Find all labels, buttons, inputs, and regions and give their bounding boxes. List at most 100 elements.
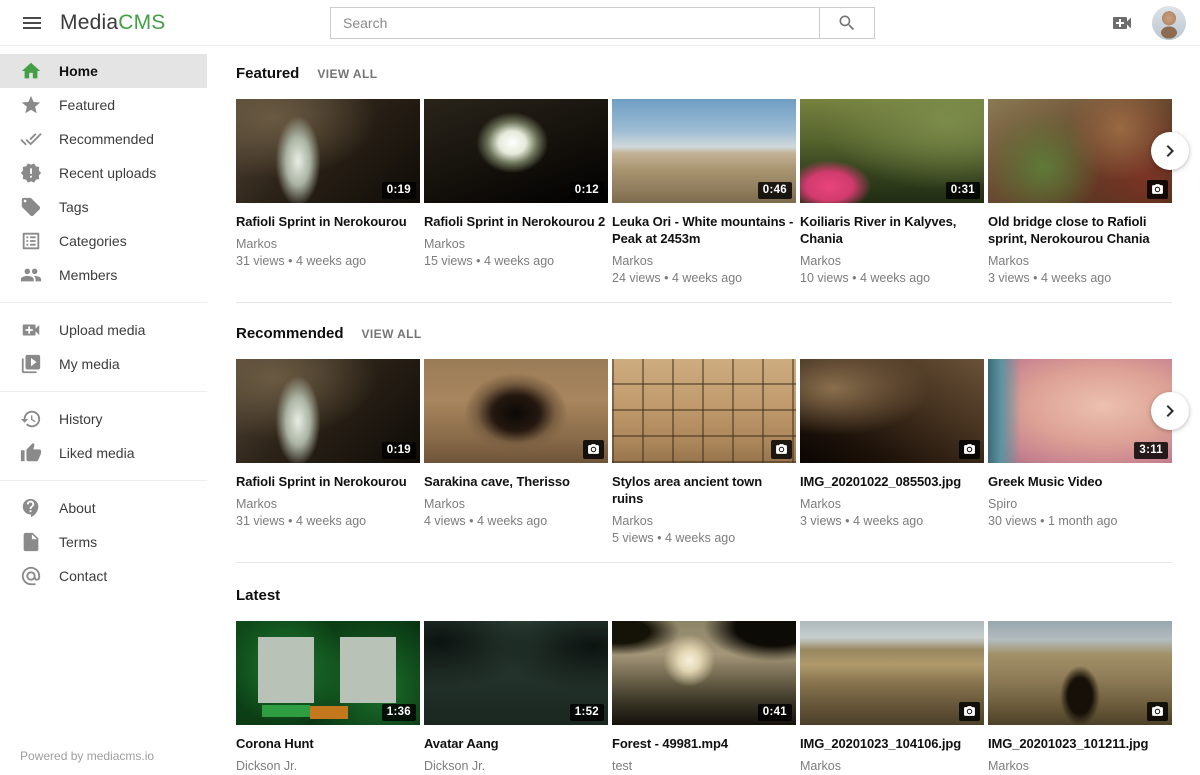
chevron-right-icon xyxy=(1158,139,1182,163)
upload-media-button[interactable] xyxy=(1110,11,1134,35)
media-title[interactable]: Rafioli Sprint in Nerokourou 2 xyxy=(424,213,608,230)
media-thumbnail[interactable]: 1:52 xyxy=(424,621,608,725)
search-button[interactable] xyxy=(819,7,875,39)
powered-by-footer[interactable]: Powered by mediacms.io xyxy=(20,749,154,763)
sidebar-item-about[interactable]: About xyxy=(0,491,207,525)
media-title[interactable]: Leuka Ori - White mountains - Peak at 24… xyxy=(612,213,796,247)
sidebar-item-history[interactable]: History xyxy=(0,402,207,436)
sidebar-item-my-media[interactable]: My media xyxy=(0,347,207,381)
media-author[interactable]: Markos xyxy=(236,237,420,251)
view-all-link[interactable]: VIEW ALL xyxy=(317,67,377,81)
media-thumbnail[interactable]: 1:36 xyxy=(236,621,420,725)
media-author[interactable]: Markos xyxy=(424,497,608,511)
media-thumbnail[interactable] xyxy=(988,621,1172,725)
media-thumbnail[interactable]: 0:19 xyxy=(236,99,420,203)
media-thumbnail[interactable] xyxy=(988,99,1172,203)
media-author[interactable]: Spiro xyxy=(988,497,1172,511)
media-thumbnail[interactable]: 0:19 xyxy=(236,359,420,463)
media-thumbnail[interactable] xyxy=(800,621,984,725)
media-meta: 31 views • 4 weeks ago xyxy=(236,254,420,268)
media-author[interactable]: Dickson Jr. xyxy=(236,759,420,773)
sidebar-item-contact[interactable]: Contact xyxy=(0,559,207,593)
media-author[interactable]: Markos xyxy=(612,514,796,528)
duration-badge: 0:19 xyxy=(382,442,416,460)
media-title[interactable]: Corona Hunt xyxy=(236,735,420,752)
media-thumbnail[interactable] xyxy=(424,359,608,463)
media-author[interactable]: Markos xyxy=(800,497,984,511)
media-thumbnail[interactable] xyxy=(800,359,984,463)
duration-badge: 3:11 xyxy=(1134,442,1168,460)
section-recommended: Recommended VIEW ALL 0:19 Rafioli Sprint… xyxy=(236,303,1172,563)
duration-badge: 0:31 xyxy=(946,182,980,200)
sidebar-item-recent-uploads[interactable]: Recent uploads xyxy=(0,156,207,190)
camera-icon xyxy=(775,443,788,456)
sidebar-item-liked-media[interactable]: Liked media xyxy=(0,436,207,470)
media-thumbnail[interactable] xyxy=(612,359,796,463)
sidebar-item-label: Recommended xyxy=(59,131,154,147)
media-title[interactable]: Stylos area ancient town ruins xyxy=(612,473,796,507)
media-thumbnail[interactable]: 0:46 xyxy=(612,99,796,203)
media-thumbnail[interactable]: 0:41 xyxy=(612,621,796,725)
media-title[interactable]: Old bridge close to Rafioli sprint, Nero… xyxy=(988,213,1172,247)
carousel-next-button[interactable] xyxy=(1151,132,1189,170)
at-sign-icon xyxy=(20,565,42,587)
media-title[interactable]: Avatar Aang xyxy=(424,735,608,752)
media-card: IMG_20201023_104106.jpg Markos 4 views •… xyxy=(800,621,984,775)
duration-badge: 0:41 xyxy=(758,704,792,722)
media-meta: 24 views • 4 weeks ago xyxy=(612,271,796,285)
media-thumbnail[interactable]: 0:31 xyxy=(800,99,984,203)
media-card: IMG_20201023_101211.jpg Markos 4 views •… xyxy=(988,621,1172,775)
media-title[interactable]: Koiliaris River in Kalyves, Chania xyxy=(800,213,984,247)
section-title: Recommended xyxy=(236,325,344,342)
sidebar-item-recommended[interactable]: Recommended xyxy=(0,122,207,156)
media-title[interactable]: IMG_20201023_101211.jpg xyxy=(988,735,1172,752)
media-title[interactable]: IMG_20201023_104106.jpg xyxy=(800,735,984,752)
media-author[interactable]: Markos xyxy=(988,254,1172,268)
sidebar-item-categories[interactable]: Categories xyxy=(0,224,207,258)
media-author[interactable]: Dickson Jr. xyxy=(424,759,608,773)
media-author[interactable]: Markos xyxy=(612,254,796,268)
search-input[interactable] xyxy=(330,7,819,39)
media-author[interactable]: test xyxy=(612,759,796,773)
user-avatar[interactable] xyxy=(1152,6,1186,40)
sidebar-item-label: Featured xyxy=(59,97,115,113)
media-thumbnail[interactable]: 0:12 xyxy=(424,99,608,203)
sidebar-item-featured[interactable]: Featured xyxy=(0,88,207,122)
media-title[interactable]: Rafioli Sprint in Nerokourou xyxy=(236,213,420,230)
media-author[interactable]: Markos xyxy=(800,254,984,268)
camera-icon xyxy=(1151,183,1164,196)
media-author[interactable]: Markos xyxy=(800,759,984,773)
media-author[interactable]: Markos xyxy=(236,497,420,511)
sidebar-item-label: Tags xyxy=(59,199,89,215)
media-author[interactable]: Markos xyxy=(424,237,608,251)
sidebar-item-home[interactable]: Home xyxy=(0,54,207,88)
media-title[interactable]: IMG_20201022_085503.jpg xyxy=(800,473,984,490)
sidebar-divider xyxy=(0,302,207,303)
sidebar-item-upload-media[interactable]: Upload media xyxy=(0,313,207,347)
media-meta: 3 views • 4 weeks ago xyxy=(800,514,984,528)
media-title[interactable]: Forest - 49981.mp4 xyxy=(612,735,796,752)
media-title[interactable]: Sarakina cave, Therisso xyxy=(424,473,608,490)
photo-badge xyxy=(583,440,604,459)
view-all-link[interactable]: VIEW ALL xyxy=(362,327,422,341)
media-title[interactable]: Rafioli Sprint in Nerokourou xyxy=(236,473,420,490)
tag-icon xyxy=(20,196,42,218)
camera-icon xyxy=(587,443,600,456)
media-author[interactable]: Markos xyxy=(988,759,1172,773)
logo[interactable]: MediaCMS xyxy=(60,11,165,35)
media-thumbnail[interactable]: 3:11 xyxy=(988,359,1172,463)
duration-badge: 0:19 xyxy=(382,182,416,200)
media-card: IMG_20201022_085503.jpg Markos 3 views •… xyxy=(800,359,984,545)
carousel-next-button[interactable] xyxy=(1151,392,1189,430)
document-icon xyxy=(20,531,42,553)
media-title[interactable]: Greek Music Video xyxy=(988,473,1172,490)
camera-icon xyxy=(963,705,976,718)
media-card: 0:19 Rafioli Sprint in Nerokourou Markos… xyxy=(236,359,420,545)
media-card: 0:41 Forest - 49981.mp4 test 17 views • … xyxy=(612,621,796,775)
sidebar-item-members[interactable]: Members xyxy=(0,258,207,292)
menu-button[interactable] xyxy=(12,3,52,43)
sidebar-item-tags[interactable]: Tags xyxy=(0,190,207,224)
sidebar-item-terms[interactable]: Terms xyxy=(0,525,207,559)
camera-icon xyxy=(963,443,976,456)
media-card: 0:19 Rafioli Sprint in Nerokourou Markos… xyxy=(236,99,420,285)
